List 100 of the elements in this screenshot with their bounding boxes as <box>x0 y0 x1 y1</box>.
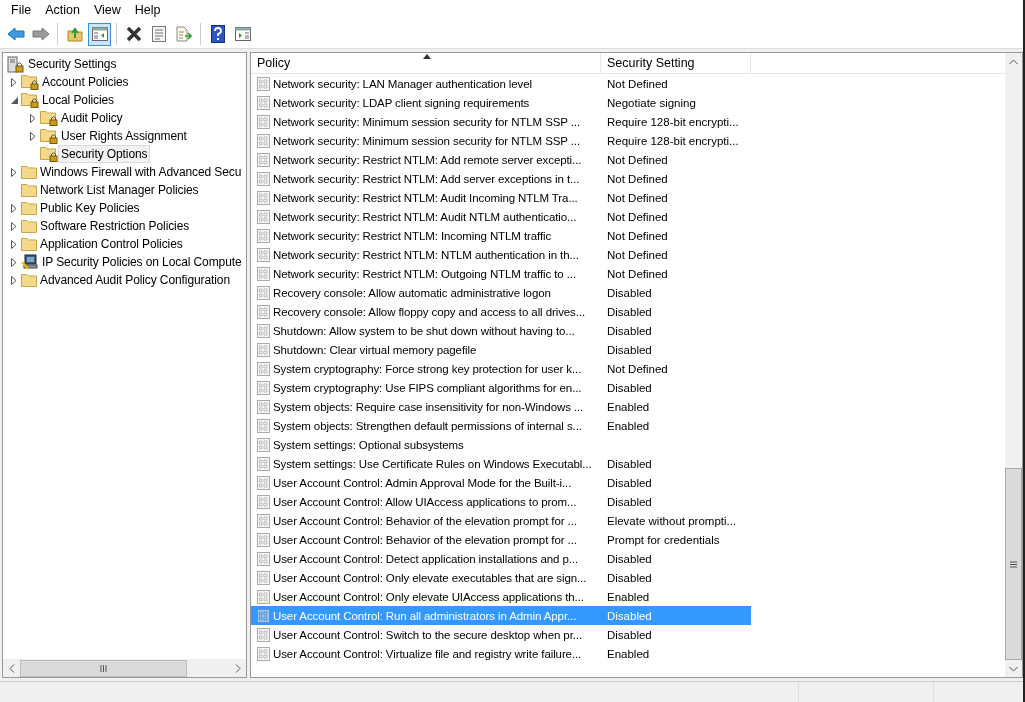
menu-item[interactable]: Help <box>127 3 168 17</box>
tree-item[interactable]: Security Options <box>58 145 151 163</box>
tree-item[interactable]: Network List Manager Policies <box>37 181 202 199</box>
table-row[interactable]: System cryptography: Force strong key protection for user k... Not Defined <box>251 359 751 378</box>
column-header[interactable]: Policy <box>251 53 601 73</box>
security-setting: Negotiate signing <box>606 96 696 109</box>
expand-arrow-icon[interactable] <box>11 77 17 87</box>
expand-arrow-icon[interactable] <box>11 167 17 177</box>
security-setting: Elevate without prompti... <box>606 514 737 527</box>
table-row[interactable]: User Account Control: Detect application installations and p... Disabled <box>251 549 751 568</box>
chevron-left-icon <box>8 664 15 673</box>
expand-arrow-icon[interactable] <box>11 203 17 213</box>
security-setting: Not Defined <box>606 77 668 90</box>
table-row[interactable]: Shutdown: Allow system to be shut down without having to... Disabled <box>251 321 751 340</box>
policy-icon <box>257 494 270 509</box>
expand-arrow-icon[interactable] <box>11 257 17 267</box>
policy-icon <box>257 437 270 452</box>
policy-icon <box>257 551 270 566</box>
policy-name: User Account Control: Virtualize file and registry write failure... <box>273 647 582 660</box>
scrollbar-thumb[interactable] <box>1005 468 1022 660</box>
table-row[interactable]: Network security: Restrict NTLM: Audit Incoming NTLM Tra... Not Defined <box>251 188 751 207</box>
tree-item[interactable]: Windows Firewall with Advanced Secu <box>37 163 245 181</box>
folder-icon <box>21 165 37 179</box>
policy-icon <box>257 323 270 338</box>
policy-icon <box>257 532 270 547</box>
column-header[interactable]: Security Setting <box>601 53 751 73</box>
security-setting: Not Defined <box>606 191 668 204</box>
table-row[interactable]: Network security: Restrict NTLM: Incoming NTLM traffic Not Defined <box>251 226 751 245</box>
expand-arrow-icon[interactable] <box>11 221 17 231</box>
table-row[interactable]: Network security: Restrict NTLM: NTLM authentication in th... Not Defined <box>251 245 751 264</box>
table-row[interactable]: Network security: Restrict NTLM: Outgoing NTLM traffic to ... Not Defined <box>251 264 751 283</box>
show-action-pane-icon <box>234 27 251 41</box>
locked-folder-icon <box>40 146 58 162</box>
table-row[interactable]: System settings: Use Certificate Rules on Windows Executabl... Disabled <box>251 454 751 473</box>
forward-arrow-icon <box>31 27 50 41</box>
menu-item[interactable]: Action <box>38 3 87 17</box>
back-arrow-icon <box>6 27 25 41</box>
tree-item[interactable]: Application Control Policies <box>37 235 186 253</box>
table-row[interactable]: Network security: LDAP client signing requirements Negotiate signing <box>251 93 751 112</box>
table-row[interactable]: Network security: Minimum session security for NTLM SSP ... Require 128-bit encrypti... <box>251 112 751 131</box>
table-row[interactable]: Recovery console: Allow automatic administrative logon Disabled <box>251 283 751 302</box>
table-row[interactable]: User Account Control: Behavior of the elevation prompt for ... Elevate without prompti... <box>251 511 751 530</box>
policy-name: Network security: Restrict NTLM: Incoming NTLM traffic <box>273 229 552 242</box>
security-setting: Not Defined <box>606 248 668 261</box>
toolbar-button[interactable] <box>88 22 111 46</box>
tree-item[interactable]: Software Restriction Policies <box>37 217 193 235</box>
table-row[interactable]: User Account Control: Only elevate executables that are sign... Disabled <box>251 568 751 587</box>
table-row[interactable]: Network security: Restrict NTLM: Audit NTLM authenticatio... Not Defined <box>251 207 751 226</box>
table-row[interactable]: Recovery console: Allow floppy copy and access to all drives... Disabled <box>251 302 751 321</box>
policy-icon <box>257 304 270 319</box>
collapse-arrow-icon[interactable] <box>10 96 18 104</box>
table-row[interactable]: Network security: Restrict NTLM: Add server exceptions in t... Not Defined <box>251 169 751 188</box>
policy-name: User Account Control: Run all administrators in Admin Appr... <box>273 609 577 622</box>
policy-icon <box>257 266 270 281</box>
table-row[interactable]: User Account Control: Admin Approval Mode for the Built-i... Disabled <box>251 473 751 492</box>
table-row[interactable]: User Account Control: Switch to the secure desktop when pr... Disabled <box>251 625 751 644</box>
table-row[interactable]: System objects: Strengthen default permissions of internal s... Enabled <box>251 416 751 435</box>
table-row[interactable]: System settings: Optional subsystems <box>251 435 751 454</box>
tree-item[interactable]: User Rights Assignment <box>58 127 190 145</box>
tree-item[interactable]: Audit Policy <box>58 109 126 127</box>
tree-item[interactable]: Advanced Audit Policy Configuration <box>37 271 233 289</box>
tree-item[interactable]: Local Policies <box>39 91 117 109</box>
table-row[interactable]: System cryptography: Use FIPS compliant algorithms for en... Disabled <box>251 378 751 397</box>
locked-folder-icon <box>21 74 39 90</box>
table-row[interactable]: User Account Control: Allow UIAccess applications to prom... Disabled <box>251 492 751 511</box>
security-setting: Not Defined <box>606 362 668 375</box>
scrollbar-thumb[interactable] <box>20 660 188 677</box>
folder-up-icon <box>66 26 83 42</box>
policy-name: Shutdown: Allow system to be shut down without having to... <box>273 324 575 337</box>
policy-name: User Account Control: Behavior of the elevation prompt for ... <box>273 533 577 546</box>
policy-name: System settings: Optional subsystems <box>273 438 464 451</box>
table-row[interactable]: User Account Control: Only elevate UIAccess applications th... Enabled <box>251 587 751 606</box>
table-row[interactable]: Shutdown: Clear virtual memory pagefile Disabled <box>251 340 751 359</box>
policy-name: System cryptography: Force strong key protection for user k... <box>273 362 582 375</box>
table-row[interactable]: Network security: Restrict NTLM: Add remote server excepti... Not Defined <box>251 150 751 169</box>
expand-arrow-icon[interactable] <box>30 113 36 123</box>
policy-icon <box>257 456 270 471</box>
tree-item[interactable]: Public Key Policies <box>37 199 143 217</box>
expand-arrow-icon[interactable] <box>30 131 36 141</box>
security-setting: Disabled <box>606 381 652 394</box>
menu-item[interactable]: File <box>4 3 39 17</box>
expand-arrow-icon[interactable] <box>11 239 17 249</box>
policy-icon <box>257 190 270 205</box>
tree-item[interactable]: IP Security Policies on Local Compute <box>39 253 245 271</box>
tree-item[interactable]: Security Settings <box>25 55 120 73</box>
policy-name: System settings: Use Certificate Rules on Windows Executabl... <box>273 457 592 470</box>
table-row[interactable]: Network security: Minimum session security for NTLM SSP ... Require 128-bit encrypti... <box>251 131 751 150</box>
security-setting: Disabled <box>606 609 652 622</box>
policy-name: Network security: Minimum session security for NTLM SSP ... <box>273 115 581 128</box>
policy-name: Network security: Restrict NTLM: NTLM authentication in th... <box>273 248 579 261</box>
policy-name: Network security: LAN Manager authentication level <box>273 77 532 90</box>
tree-item[interactable]: Account Policies <box>39 73 132 91</box>
table-row[interactable]: User Account Control: Behavior of the elevation prompt for ... Prompt for credentials <box>251 530 751 549</box>
table-row[interactable]: User Account Control: Virtualize file and registry write failure... Enabled <box>251 644 751 663</box>
expand-arrow-icon[interactable] <box>11 275 17 285</box>
table-row[interactable]: Network security: LAN Manager authentication level Not Defined <box>251 74 751 93</box>
policy-icon <box>257 152 270 167</box>
policy-icon <box>257 209 270 224</box>
table-row[interactable]: System objects: Require case insensitivity for non-Windows ... Enabled <box>251 397 751 416</box>
menu-item[interactable]: View <box>86 3 128 17</box>
